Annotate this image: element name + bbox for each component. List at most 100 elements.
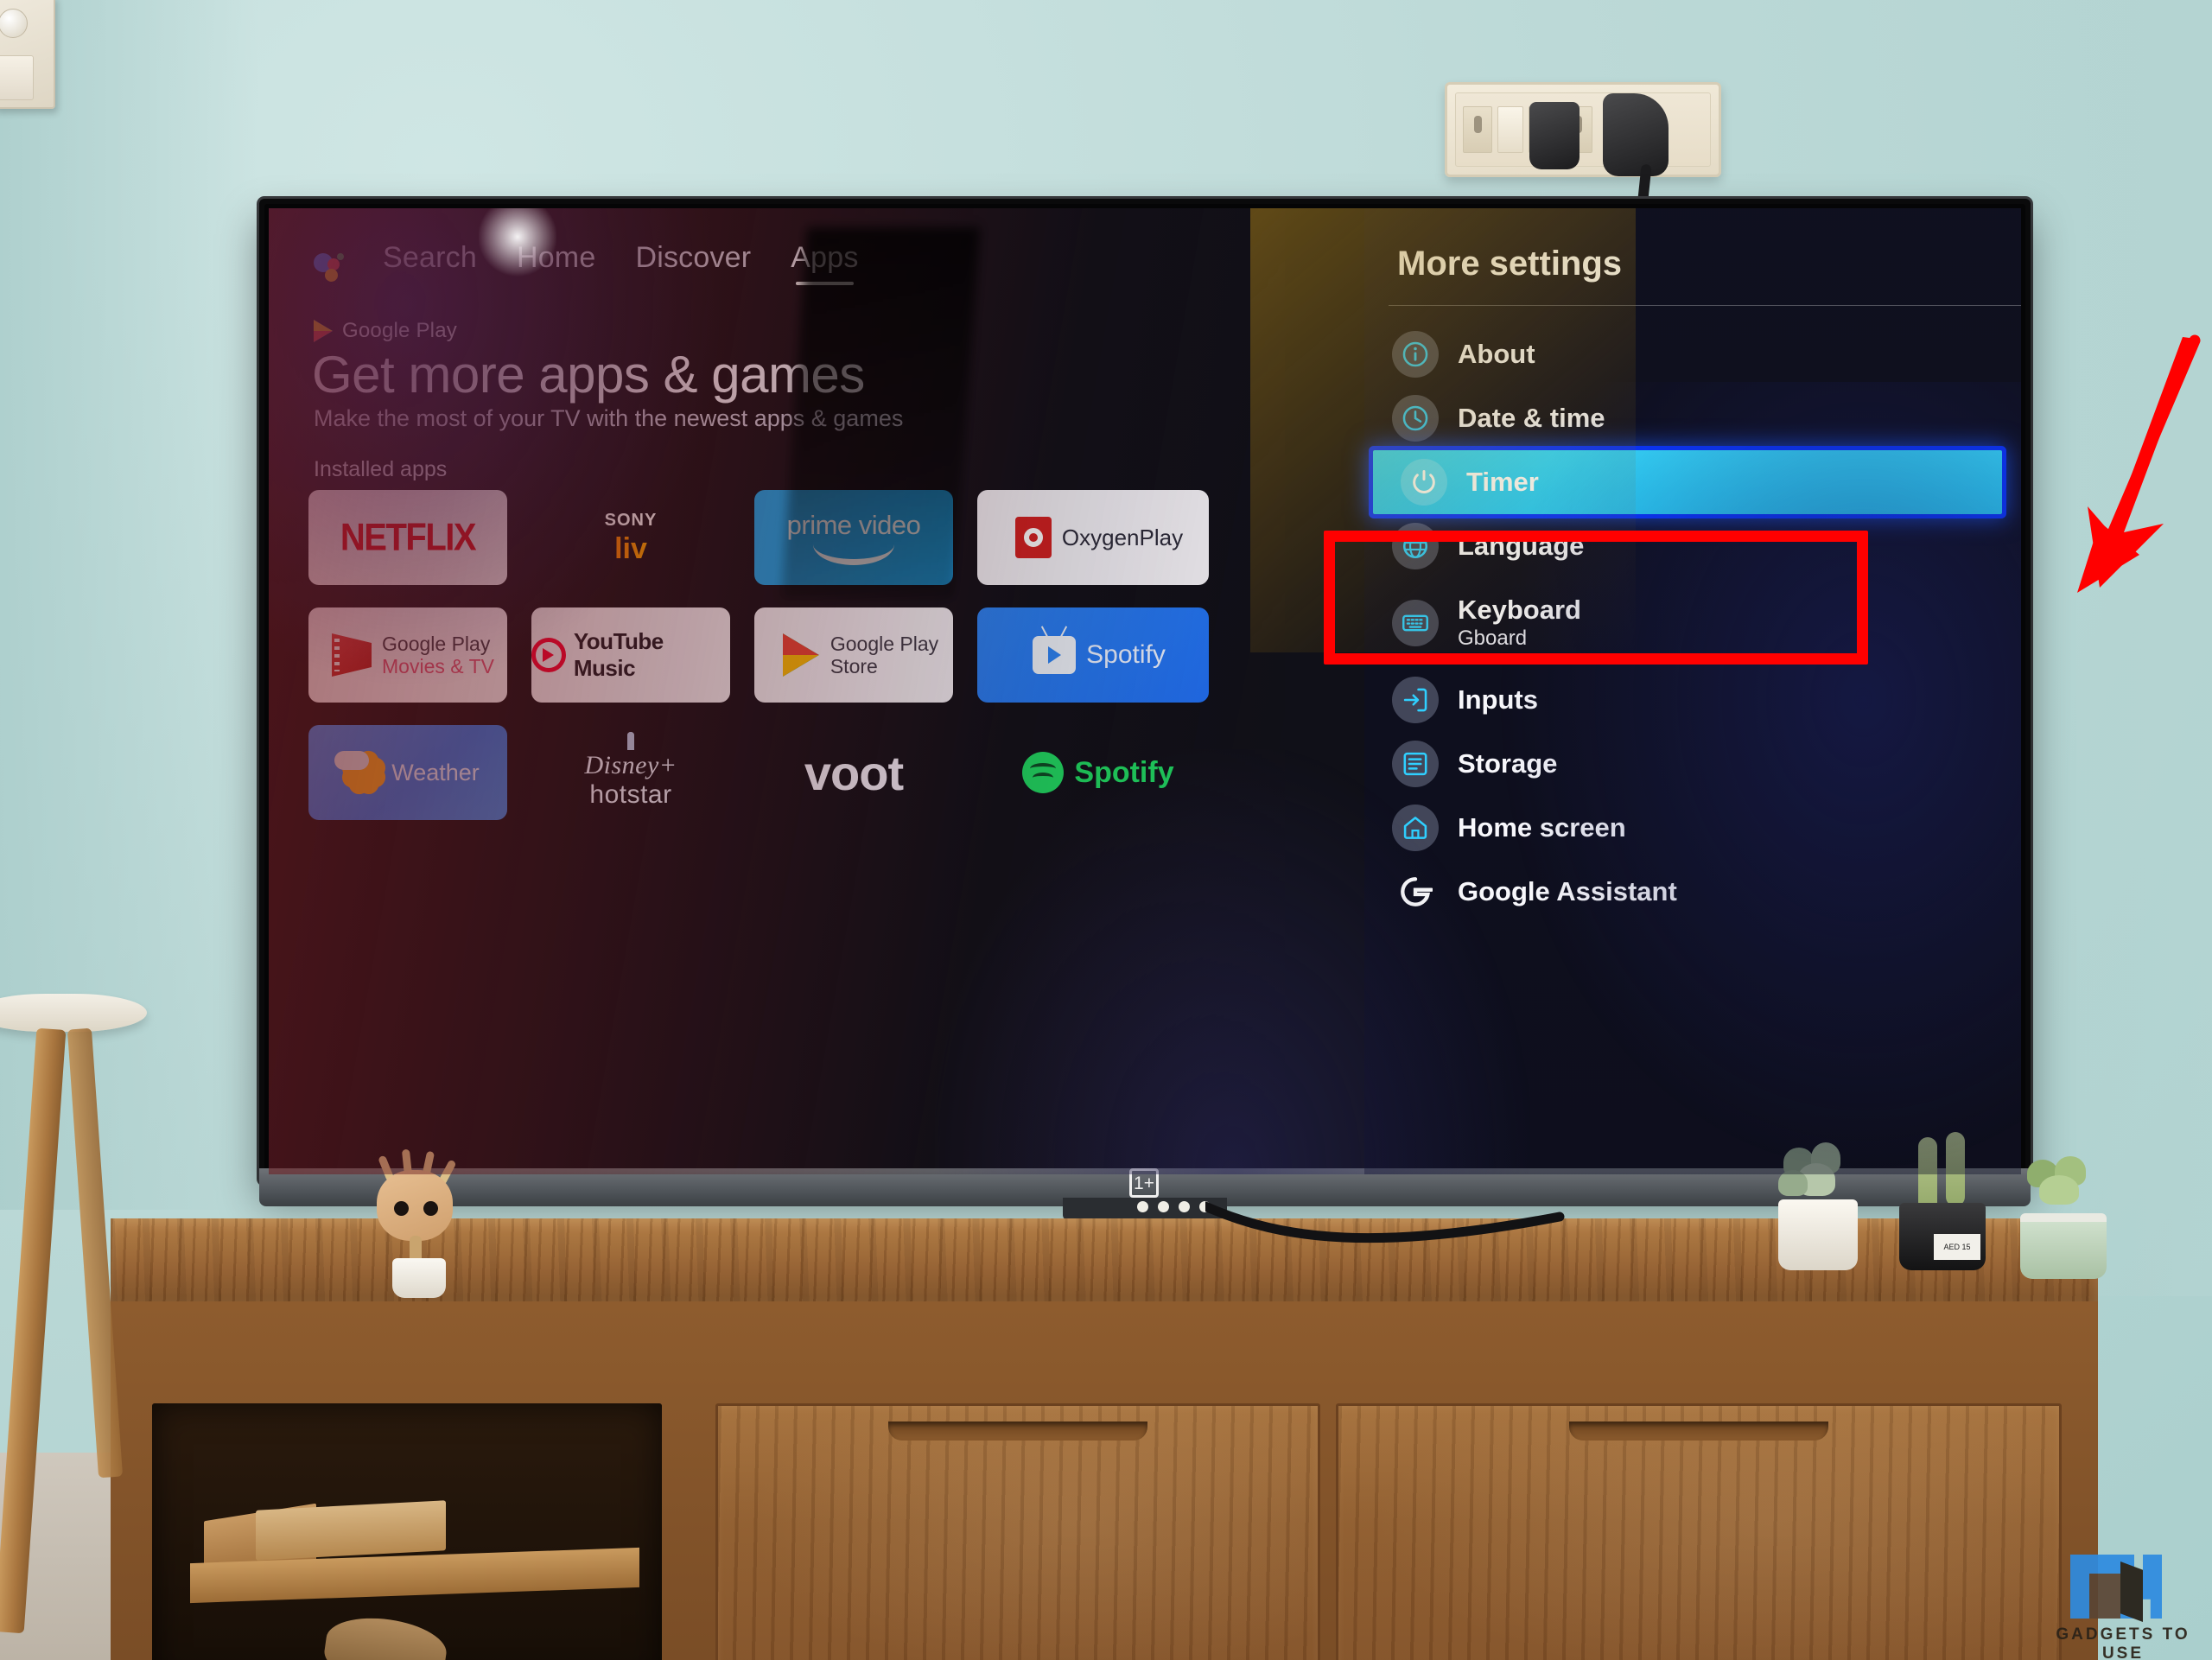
nav-item-apps[interactable]: Apps	[791, 241, 858, 285]
promo-title: Get more apps & games	[312, 346, 865, 404]
settings-divider	[1389, 305, 2021, 306]
settings-item-label: Date & time	[1458, 402, 1605, 433]
groot-eye	[394, 1201, 409, 1216]
promo-subtitle: Make the most of your TV with the newest…	[314, 405, 904, 431]
disney-hotstar-logo: Disney+ hotstar	[584, 732, 677, 810]
plant-pot	[1778, 1199, 1858, 1270]
app-tile-prime-video[interactable]: prime video	[754, 490, 953, 585]
console-body	[111, 1301, 2098, 1660]
settings-item-label: About	[1458, 338, 1535, 369]
settings-item-label: Storage	[1458, 747, 1558, 779]
console-drawer-right[interactable]	[1336, 1403, 2062, 1660]
power-timer-icon	[1401, 459, 1447, 506]
settings-item-label: Google Assistant	[1458, 875, 1677, 906]
power-plug-icon	[1603, 93, 1669, 176]
app-row: Google Play Movies & TV YouTube Music Go…	[308, 607, 1209, 703]
tv-top-nav: Search Home Discover Apps	[314, 241, 859, 285]
annotation-arrow-icon	[2077, 334, 2201, 593]
nav-item-home[interactable]: Home	[517, 241, 596, 283]
plant-pot	[2020, 1213, 2107, 1279]
price-tag: AED 15	[1934, 1234, 1980, 1260]
play-movies-line2: Movies & TV	[382, 655, 494, 677]
info-icon	[1392, 331, 1439, 378]
google-assistant-dots-icon[interactable]	[314, 248, 344, 282]
settings-item-google-assistant[interactable]: Google Assistant	[1364, 860, 2021, 924]
app-tile-weather[interactable]: Weather	[308, 725, 507, 820]
play-store-icon	[782, 633, 819, 677]
groot-eye	[423, 1201, 438, 1216]
tv-led-indicators	[1137, 1201, 1211, 1212]
app-tile-spotify[interactable]: Spotify	[977, 725, 1209, 820]
settings-item-date-time[interactable]: Date & time	[1364, 386, 2021, 450]
app-row: NETFLIX SONY liv prime video OxygenPlay	[308, 490, 1209, 585]
app-tile-voot[interactable]: voot	[754, 725, 953, 820]
app-tile-oxygenplay[interactable]: OxygenPlay	[977, 490, 1209, 585]
installed-apps-label: Installed apps	[314, 457, 448, 481]
app-tile-live-tv[interactable]: Spotify	[977, 607, 1209, 703]
app-tile-disney-hotstar[interactable]: Disney+ hotstar	[531, 725, 730, 820]
drawer-handle[interactable]	[1569, 1421, 1828, 1441]
tv-power-cable	[1205, 1201, 1565, 1243]
switch-knob-icon	[0, 9, 28, 38]
settings-item-about[interactable]: About	[1364, 322, 2021, 386]
installed-apps-grid: NETFLIX SONY liv prime video OxygenPlay …	[308, 490, 1209, 843]
live-tv-logo: Spotify	[1020, 636, 1166, 674]
oxygenplay-mark-icon	[1014, 517, 1052, 558]
console-drawer-left[interactable]	[715, 1403, 1320, 1660]
google-play-movies-logo: Google Play Movies & TV	[321, 633, 494, 678]
oxygenplay-logo: OxygenPlay	[1003, 517, 1183, 558]
youtube-music-label: YouTube Music	[573, 628, 664, 681]
wood-grain	[718, 1406, 1318, 1660]
play-store-line1: Google Play	[830, 632, 939, 655]
clock-icon	[1392, 395, 1439, 442]
nav-item-search[interactable]: Search	[383, 241, 477, 283]
shelf-rolled-mat	[321, 1611, 450, 1660]
oneplus-logo: 1+	[1129, 1168, 1159, 1198]
weather-cloud-icon	[334, 751, 369, 770]
prime-video-logo: prime video	[787, 510, 921, 565]
watermark-text: GADGETS TO USE	[2056, 1625, 2190, 1660]
play-movies-icon	[332, 633, 372, 677]
room-scene: Search Home Discover Apps Google Play Ge…	[0, 0, 2212, 1660]
drawer-handle[interactable]	[888, 1421, 1147, 1441]
hotstar-label: hotstar	[589, 780, 672, 809]
play-store-line2: Store	[830, 655, 878, 677]
netflix-logo: NETFLIX	[340, 515, 477, 559]
app-tile-google-play-movies[interactable]: Google Play Movies & TV	[308, 607, 507, 703]
baby-groot-figurine	[361, 1148, 474, 1298]
app-tile-google-play-store[interactable]: Google Play Store	[754, 607, 953, 703]
storage-list-icon	[1392, 741, 1439, 787]
socket-switch-icon	[1497, 106, 1523, 153]
wall-switch-plate-left	[0, 0, 55, 109]
green-pot-succulent	[2013, 1149, 2117, 1279]
google-g-icon	[1392, 868, 1439, 915]
settings-item-label: Inputs	[1458, 684, 1538, 715]
app-tile-youtube-music[interactable]: YouTube Music	[531, 607, 730, 703]
disney-arc-icon	[627, 732, 634, 750]
television: Search Home Discover Apps Google Play Ge…	[259, 199, 2031, 1184]
socket-outlet-icon	[1463, 106, 1492, 153]
input-arrow-icon	[1392, 677, 1439, 723]
oxygenplay-label: OxygenPlay	[1061, 524, 1184, 550]
app-tile-netflix[interactable]: NETFLIX	[308, 490, 507, 585]
settings-item-storage[interactable]: Storage	[1364, 732, 2021, 796]
youtube-music-icon	[531, 638, 566, 672]
weather-label: Weather	[391, 759, 480, 785]
play-movies-line1: Google Play	[382, 632, 491, 655]
settings-item-home-screen[interactable]: Home screen	[1364, 796, 2021, 860]
power-plug-icon	[1529, 102, 1580, 169]
settings-item-label: Timer	[1466, 466, 1539, 497]
tv-bezel: Search Home Discover Apps Google Play Ge…	[264, 204, 2025, 1179]
wall-socket-inner	[1455, 92, 1711, 167]
spotify-logo: Spotify	[1012, 752, 1174, 793]
groot-pot	[392, 1258, 446, 1298]
settings-item-timer[interactable]: Timer	[1373, 450, 2002, 514]
amazon-smile-icon	[813, 544, 894, 565]
app-tile-sony-liv[interactable]: SONY liv	[531, 490, 730, 585]
youtube-music-logo: YouTube Music	[531, 628, 730, 682]
sony-liv-logo: SONY liv	[604, 511, 658, 565]
nav-item-discover[interactable]: Discover	[635, 241, 751, 283]
google-play-brand-label: Google Play	[342, 319, 457, 342]
gadgets-to-use-watermark: GADGETS TO USE	[2041, 1555, 2205, 1660]
settings-item-inputs[interactable]: Inputs	[1364, 668, 2021, 732]
